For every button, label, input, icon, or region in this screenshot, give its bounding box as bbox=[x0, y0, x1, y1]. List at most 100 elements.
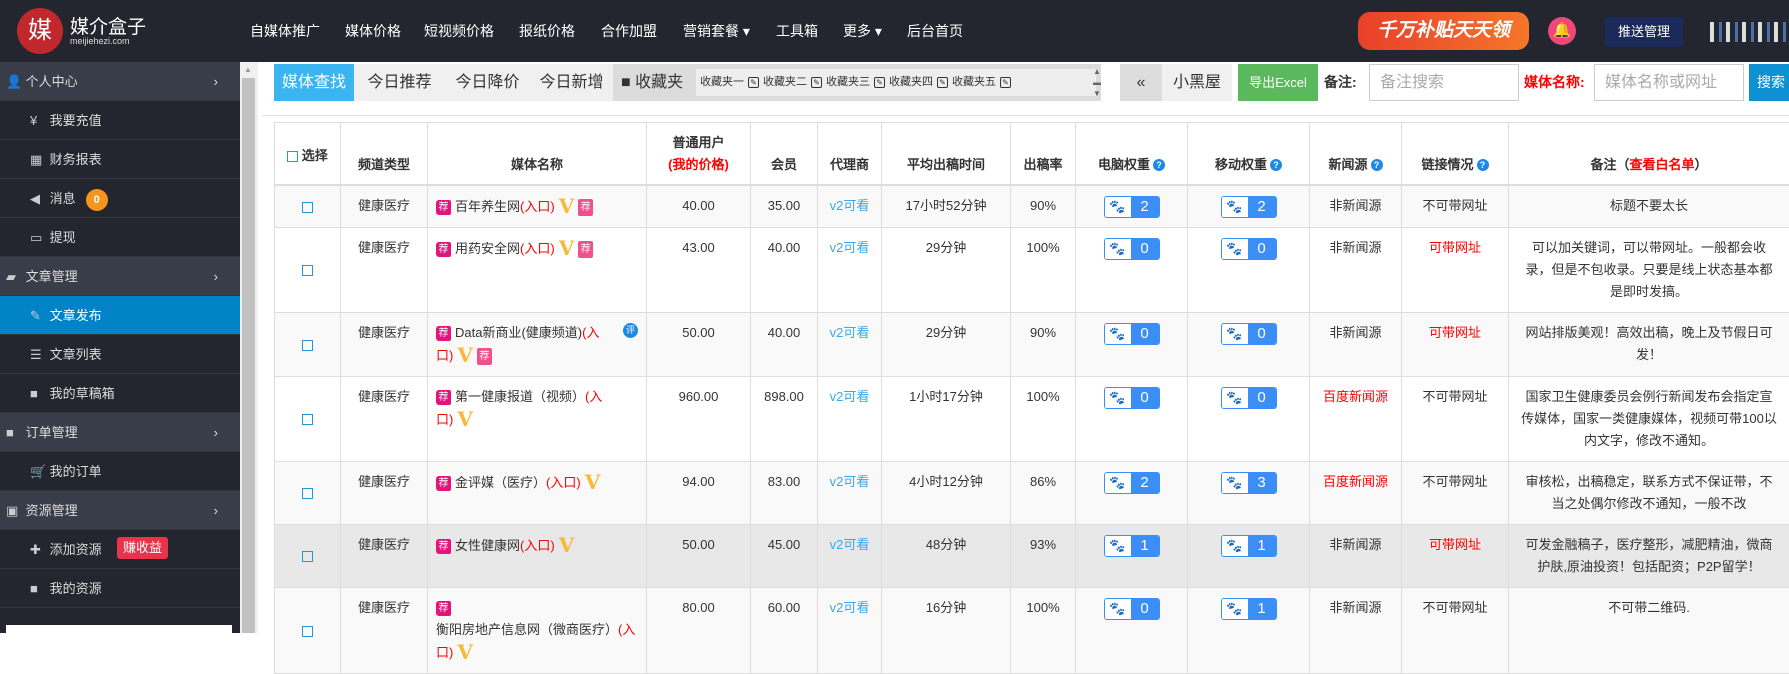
help-icon[interactable]: ? bbox=[1153, 159, 1165, 171]
edit-icon[interactable]: ✎ bbox=[874, 77, 885, 88]
paw-icon: 🐾 bbox=[1222, 388, 1248, 408]
media-name-link[interactable]: 衡阳房地产信息网（微商医疗） bbox=[436, 622, 618, 637]
entry-link[interactable]: (入口) bbox=[520, 538, 555, 553]
agent-link[interactable]: v2可看 bbox=[830, 600, 870, 615]
entry-link[interactable]: (入口) bbox=[520, 199, 555, 214]
select-all-header[interactable]: 选择 bbox=[275, 123, 341, 186]
edit-icon[interactable]: ✎ bbox=[937, 77, 948, 88]
table-row[interactable]: 健康医疗 荐Data新商业(健康频道)(入口)V荐评 50.00 40.00 v… bbox=[275, 313, 1789, 377]
table-row[interactable]: 健康医疗 荐百年养生网(入口)V荐 40.00 35.00 v2可看 17小时5… bbox=[275, 185, 1789, 228]
agent-link[interactable]: v2可看 bbox=[830, 474, 870, 489]
logo-icon[interactable]: 媒 bbox=[17, 8, 63, 54]
help-icon[interactable]: ? bbox=[1371, 159, 1383, 171]
entry-link[interactable]: (入口) bbox=[546, 475, 581, 490]
sidebar-item[interactable]: ▰ 文章管理› bbox=[0, 257, 240, 296]
nav-item[interactable]: 后台首页 bbox=[907, 21, 963, 41]
table-row[interactable]: 健康医疗 荐金评媒（医疗）(入口)V 94.00 83.00 v2可看 4小时1… bbox=[275, 462, 1789, 525]
channel-cell: 健康医疗 bbox=[341, 588, 428, 674]
nav-item[interactable]: 短视频价格 bbox=[424, 21, 494, 41]
weight-value: 1 bbox=[1131, 536, 1159, 556]
scrollbar[interactable]: ▲ bbox=[240, 62, 258, 633]
favorite-folder[interactable]: 收藏夹五 bbox=[952, 76, 996, 88]
select-all-checkbox[interactable] bbox=[287, 151, 298, 162]
sidebar-item-label: 财务报表 bbox=[50, 152, 102, 167]
nav-item[interactable]: 自媒体推广 bbox=[250, 21, 320, 41]
sidebar-item[interactable]: ■ 我的资源 bbox=[0, 569, 240, 608]
nav-item[interactable]: 报纸价格 bbox=[519, 21, 575, 41]
edit-icon[interactable]: ✎ bbox=[1000, 77, 1011, 88]
favorite-folder[interactable]: 收藏夹三 bbox=[826, 76, 870, 88]
tab[interactable]: 今日新增 bbox=[530, 64, 613, 101]
media-name-link[interactable]: 第一健康报道（视频） bbox=[455, 389, 585, 404]
row-checkbox[interactable] bbox=[302, 340, 313, 351]
favorites-scroll[interactable]: ▲▬▼ bbox=[1093, 66, 1101, 99]
edit-icon[interactable]: ✎ bbox=[748, 77, 759, 88]
sidebar-item[interactable]: ■ 订单管理› bbox=[0, 413, 240, 452]
row-checkbox[interactable] bbox=[302, 202, 313, 213]
search-button[interactable]: 搜索 bbox=[1749, 64, 1789, 101]
nav-item[interactable]: 合作加盟 bbox=[601, 21, 657, 41]
sidebar-item[interactable]: 👤 个人中心› bbox=[0, 62, 240, 101]
sidebar-item[interactable]: ✎ 文章发布 bbox=[0, 296, 240, 335]
user-avatar[interactable] bbox=[1710, 22, 1789, 42]
favorite-folder[interactable]: 收藏夹一 bbox=[700, 76, 744, 88]
row-checkbox[interactable] bbox=[302, 488, 313, 499]
agent-link[interactable]: v2可看 bbox=[830, 537, 870, 552]
sidebar-item[interactable]: ✚ 添加资源赚收益 bbox=[0, 530, 240, 569]
push-management-button[interactable]: 推送管理 bbox=[1605, 17, 1683, 47]
nav-item[interactable]: 媒体价格 bbox=[345, 21, 401, 41]
table-row[interactable]: 健康医疗 荐女性健康网(入口)V 50.00 45.00 v2可看 48分钟 9… bbox=[275, 525, 1789, 588]
row-checkbox[interactable] bbox=[302, 551, 313, 562]
tab[interactable]: 今日推荐 bbox=[354, 64, 445, 101]
agent-link[interactable]: v2可看 bbox=[830, 240, 870, 255]
export-excel-button[interactable]: 导出Excel bbox=[1238, 64, 1318, 101]
chevron-right-icon: › bbox=[214, 491, 218, 530]
agent-link[interactable]: v2可看 bbox=[830, 198, 870, 213]
nav-item[interactable]: 更多 ▾ bbox=[843, 21, 882, 41]
row-checkbox[interactable] bbox=[302, 626, 313, 637]
note-search-input[interactable] bbox=[1369, 64, 1519, 101]
favorites-label[interactable]: ■ 收藏夹 bbox=[621, 64, 683, 101]
table-row[interactable]: 健康医疗 荐用药安全网(入口)V荐 43.00 40.00 v2可看 29分钟 … bbox=[275, 228, 1789, 313]
favorite-folder[interactable]: 收藏夹四 bbox=[889, 76, 933, 88]
sidebar-item[interactable]: ☰ 文章列表 bbox=[0, 335, 240, 374]
sidebar-item[interactable]: ▣ 资源管理› bbox=[0, 491, 240, 530]
edit-icon[interactable]: ✎ bbox=[811, 77, 822, 88]
whitelist-link[interactable]: 查看白名单 bbox=[1629, 157, 1694, 172]
table-row[interactable]: 健康医疗 荐衡阳房地产信息网（微商医疗）(入口)V 80.00 60.00 v2… bbox=[275, 588, 1789, 674]
row-checkbox[interactable] bbox=[302, 414, 313, 425]
help-icon[interactable]: ? bbox=[1477, 159, 1489, 171]
sidebar-item[interactable]: 🛒 我的订单 bbox=[0, 452, 240, 491]
media-name-link[interactable]: 女性健康网 bbox=[455, 538, 520, 553]
table-row[interactable]: 健康医疗 荐第一健康报道（视频）(入口)V 960.00 898.00 v2可看… bbox=[275, 377, 1789, 462]
favorite-folder[interactable]: 收藏夹二 bbox=[763, 76, 807, 88]
sidebar-item[interactable]: ▭ 提现 bbox=[0, 218, 240, 257]
media-name-input[interactable] bbox=[1594, 64, 1744, 101]
media-name-link[interactable]: 百年养生网 bbox=[455, 199, 520, 214]
media-name-link[interactable]: 用药安全网 bbox=[455, 241, 520, 256]
bell-icon[interactable]: 🔔 bbox=[1548, 17, 1576, 45]
scroll-up-icon[interactable]: ▲ bbox=[244, 65, 252, 74]
help-icon[interactable]: ? bbox=[1270, 159, 1282, 171]
subsidy-banner[interactable]: 千万补贴天天领 bbox=[1358, 12, 1529, 50]
sidebar-item[interactable]: ◀ 消息0 bbox=[0, 179, 240, 218]
tab[interactable]: 媒体查找 bbox=[274, 64, 354, 101]
nav-item[interactable]: 工具箱 bbox=[776, 21, 818, 41]
collapse-button[interactable]: « bbox=[1120, 64, 1162, 101]
review-icon[interactable]: 评 bbox=[623, 323, 638, 338]
blacklist-tab[interactable]: 小黑屋 bbox=[1162, 64, 1232, 101]
nav-item[interactable]: 营销套餐 ▾ bbox=[683, 21, 750, 41]
brand-name[interactable]: 媒介盒子 bbox=[70, 12, 146, 39]
tab[interactable]: 今日降价 bbox=[445, 64, 530, 101]
row-checkbox[interactable] bbox=[302, 265, 313, 276]
agent-link[interactable]: v2可看 bbox=[830, 325, 870, 340]
sidebar-item[interactable]: ▦ 财务报表 bbox=[0, 140, 240, 179]
entry-link[interactable]: (入口) bbox=[520, 241, 555, 256]
media-name-link[interactable]: 金评媒（医疗） bbox=[455, 475, 546, 490]
agent-link[interactable]: v2可看 bbox=[830, 389, 870, 404]
sidebar-item[interactable]: ¥ 我要充值 bbox=[0, 101, 240, 140]
media-name-link[interactable]: Data新商业(健康频道) bbox=[455, 325, 582, 340]
sidebar-item[interactable]: ■ 我的草稿箱 bbox=[0, 374, 240, 413]
scrollbar-thumb[interactable] bbox=[242, 78, 255, 633]
save-icon: ▣ bbox=[6, 491, 22, 530]
